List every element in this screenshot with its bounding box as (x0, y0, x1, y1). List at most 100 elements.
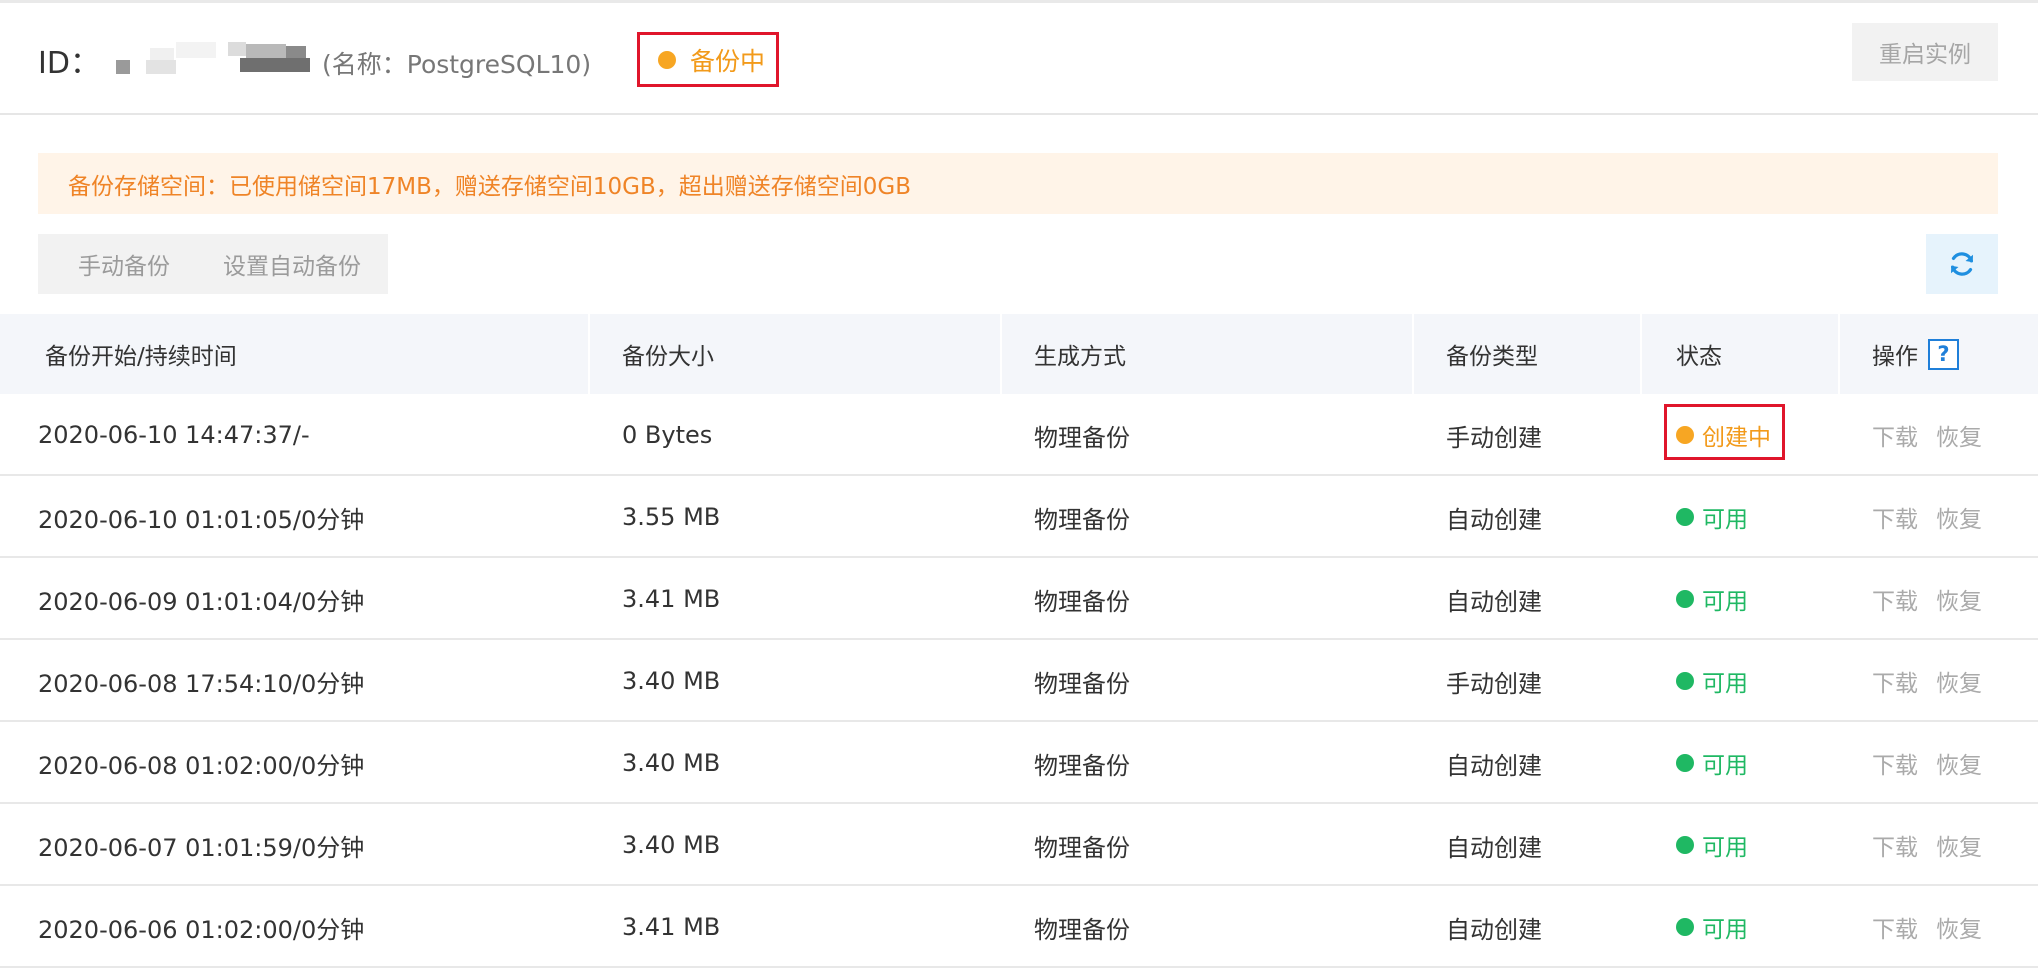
cell-type: 手动创建 (1446, 669, 1542, 698)
table-row: 2020-06-09 01:01:04/0分钟 3.41 MB 物理备份 自动创建 可用… (0, 558, 2038, 640)
status-dot-icon (658, 50, 676, 69)
cell-status: 可用 (1676, 722, 1748, 804)
status-text: 可用 (1702, 507, 1748, 533)
refresh-icon (1951, 252, 1973, 276)
cell-actions: 下载 恢复 (1872, 394, 2000, 476)
restore-link[interactable]: 恢复 (1936, 664, 1982, 698)
status-text: 可用 (1702, 835, 1748, 861)
cell-type: 自动创建 (1446, 505, 1542, 534)
backup-storage-notice: 备份存储空间：已使用储空间17MB，赠送存储空间10GB，超出赠送存储空间0GB (38, 153, 1998, 214)
restore-link[interactable]: 恢复 (1936, 746, 1982, 780)
cell-size: 3.40 MB (622, 749, 721, 777)
column-header-size: 备份大小 (622, 344, 714, 370)
column-header-actions: 操作 ? (1872, 314, 1959, 394)
cell-size: 3.41 MB (622, 585, 721, 613)
cell-actions: 下载 恢复 (1872, 476, 2000, 558)
cell-actions: 下载 恢复 (1872, 804, 2000, 886)
download-link[interactable]: 下载 (1872, 746, 1918, 780)
cell-time: 2020-06-10 01:01:05/0分钟 (38, 505, 365, 534)
restore-link[interactable]: 恢复 (1936, 828, 1982, 862)
cell-method: 物理备份 (1034, 751, 1130, 780)
instance-id-redacted (110, 42, 310, 76)
column-divider (1640, 314, 1642, 394)
restore-link[interactable]: 恢复 (1936, 418, 1982, 452)
column-divider (1838, 314, 1840, 394)
cell-type: 自动创建 (1446, 833, 1542, 862)
download-link[interactable]: 下载 (1872, 910, 1918, 944)
download-link[interactable]: 下载 (1872, 664, 1918, 698)
cell-time: 2020-06-08 17:54:10/0分钟 (38, 669, 365, 698)
table-row: 2020-06-06 01:02:00/0分钟 3.41 MB 物理备份 自动创建 可用… (0, 886, 2038, 968)
download-link[interactable]: 下载 (1872, 828, 1918, 862)
column-divider (588, 314, 590, 394)
cell-method: 物理备份 (1034, 833, 1130, 862)
cell-type: 手动创建 (1446, 423, 1542, 452)
cell-size: 3.55 MB (622, 503, 721, 531)
column-header-type: 备份类型 (1446, 344, 1538, 370)
status-text: 可用 (1702, 917, 1748, 943)
cell-method: 物理备份 (1034, 505, 1130, 534)
instance-status-text: 备份中 (690, 46, 766, 76)
cell-status: 可用 (1676, 886, 1748, 968)
auto-backup-settings-button[interactable]: 设置自动备份 (196, 234, 388, 294)
column-header-method: 生成方式 (1034, 344, 1126, 370)
cell-type: 自动创建 (1446, 587, 1542, 616)
help-icon[interactable]: ? (1928, 338, 1959, 370)
cell-method: 物理备份 (1034, 669, 1130, 698)
column-header-status: 状态 (1676, 344, 1722, 370)
restore-link[interactable]: 恢复 (1936, 500, 1982, 534)
cell-actions: 下载 恢复 (1872, 558, 2000, 640)
cell-status: 可用 (1676, 640, 1748, 722)
cell-method: 物理备份 (1034, 587, 1130, 616)
download-link[interactable]: 下载 (1872, 418, 1918, 452)
instance-id-label: ID： (38, 46, 100, 81)
backup-table: 备份开始/持续时间 备份大小 生成方式 备份类型 状态 操作 ? 2020-06… (0, 314, 2038, 968)
cell-actions: 下载 恢复 (1872, 640, 2000, 722)
status-dot-icon (1676, 918, 1694, 936)
instance-name: (名称：PostgreSQL10) (322, 50, 592, 79)
instance-header: ID： (名称：PostgreSQL10) 备份中 重启实例 (0, 0, 2038, 115)
status-highlight-box (1664, 404, 1785, 460)
table-row: 2020-06-07 01:01:59/0分钟 3.40 MB 物理备份 自动创建 可用… (0, 804, 2038, 886)
cell-actions: 下载 恢复 (1872, 886, 2000, 968)
cell-time: 2020-06-10 14:47:37/- (38, 421, 310, 449)
table-row: 2020-06-08 17:54:10/0分钟 3.40 MB 物理备份 手动创建 可用… (0, 640, 2038, 722)
status-dot-icon (1676, 590, 1694, 608)
table-body: 2020-06-10 14:47:37/- 0 Bytes 物理备份 手动创建 创建中下… (0, 394, 2038, 968)
cell-time: 2020-06-06 01:02:00/0分钟 (38, 915, 365, 944)
cell-method: 物理备份 (1034, 423, 1130, 452)
cell-time: 2020-06-09 01:01:04/0分钟 (38, 587, 365, 616)
cell-size: 3.40 MB (622, 667, 721, 695)
cell-status: 可用 (1676, 476, 1748, 558)
table-row: 2020-06-10 01:01:05/0分钟 3.55 MB 物理备份 自动创建 可用… (0, 476, 2038, 558)
status-dot-icon (1676, 508, 1694, 526)
cell-size: 3.41 MB (622, 913, 721, 941)
table-header: 备份开始/持续时间 备份大小 生成方式 备份类型 状态 操作 ? (0, 314, 2038, 394)
column-header-actions-label: 操作 (1872, 344, 1918, 370)
status-dot-icon (1676, 754, 1694, 772)
restart-instance-button[interactable]: 重启实例 (1852, 23, 1998, 81)
restore-link[interactable]: 恢复 (1936, 910, 1982, 944)
status-text: 可用 (1702, 671, 1748, 697)
cell-type: 自动创建 (1446, 915, 1542, 944)
download-link[interactable]: 下载 (1872, 582, 1918, 616)
column-divider (1412, 314, 1414, 394)
cell-time: 2020-06-07 01:01:59/0分钟 (38, 833, 365, 862)
cell-actions: 下载 恢复 (1872, 722, 2000, 804)
column-header-time: 备份开始/持续时间 (45, 344, 237, 370)
refresh-button[interactable] (1926, 234, 1998, 294)
manual-backup-button[interactable]: 手动备份 (38, 234, 210, 294)
cell-size: 3.40 MB (622, 831, 721, 859)
download-link[interactable]: 下载 (1872, 500, 1918, 534)
status-text: 可用 (1702, 753, 1748, 779)
status-dot-icon (1676, 672, 1694, 690)
table-row: 2020-06-08 01:02:00/0分钟 3.40 MB 物理备份 自动创建 可用… (0, 722, 2038, 804)
instance-status-badge: 备份中 (637, 32, 779, 87)
cell-type: 自动创建 (1446, 751, 1542, 780)
cell-time: 2020-06-08 01:02:00/0分钟 (38, 751, 365, 780)
cell-status: 可用 (1676, 558, 1748, 640)
cell-size: 0 Bytes (622, 421, 713, 449)
status-text: 可用 (1702, 589, 1748, 615)
cell-status: 可用 (1676, 804, 1748, 886)
restore-link[interactable]: 恢复 (1936, 582, 1982, 616)
